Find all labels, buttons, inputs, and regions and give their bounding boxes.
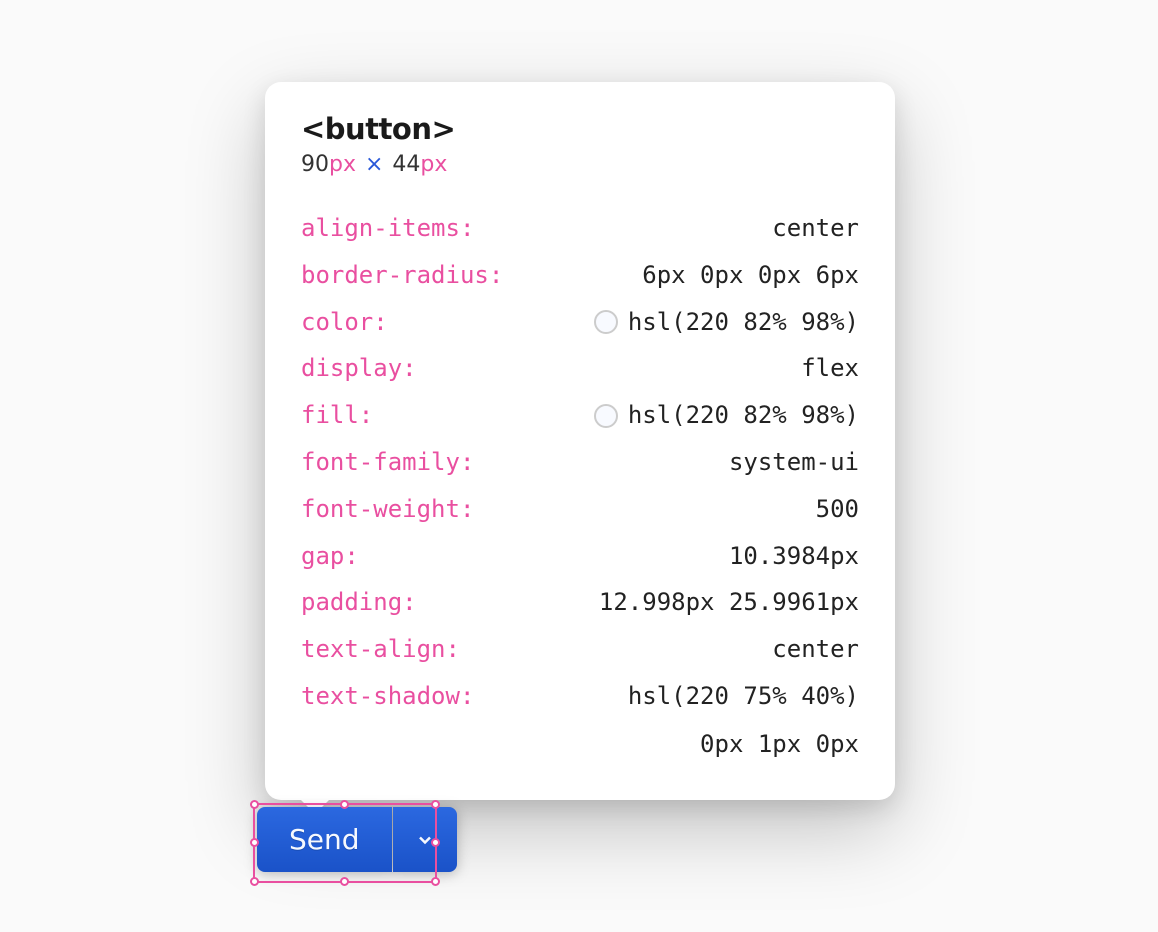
css-properties-list: align-items: center border-radius: 6px 0px …	[301, 205, 859, 764]
chevron-down-icon	[415, 830, 435, 850]
css-property-name: align-items:	[301, 205, 474, 252]
css-property-row: font-weight: 500	[301, 486, 859, 533]
send-button-label: Send	[289, 823, 360, 856]
element-dimensions: 90px × 44px	[301, 152, 859, 177]
color-swatch-icon	[594, 404, 618, 428]
css-property-row: gap: 10.3984px	[301, 533, 859, 580]
css-property-value: center	[772, 626, 859, 673]
selection-handle[interactable]	[340, 877, 349, 886]
selection-handle[interactable]	[431, 877, 440, 886]
css-property-name: border-radius:	[301, 252, 503, 299]
css-property-value: hsl(220 82% 98%)	[594, 392, 859, 439]
css-property-value: system-ui	[729, 439, 859, 486]
css-property-value: flex	[801, 345, 859, 392]
css-property-name: color:	[301, 299, 388, 346]
dimension-height-unit: px	[420, 152, 447, 177]
css-property-row: padding: 12.998px 25.9961px	[301, 579, 859, 626]
css-property-name: display:	[301, 345, 417, 392]
color-swatch-icon	[594, 310, 618, 334]
dimension-width-number: 90	[301, 152, 329, 177]
css-property-value-text: hsl(220 82% 98%)	[628, 299, 859, 346]
css-property-row: text-align: center	[301, 626, 859, 673]
css-property-name: font-family:	[301, 439, 474, 486]
css-property-value-text: system-ui	[729, 439, 859, 486]
css-property-name: text-align:	[301, 626, 460, 673]
send-button[interactable]: Send	[257, 807, 392, 872]
css-property-value: 6px 0px 0px 6px	[642, 252, 859, 299]
css-property-value-line: hsl(220 75% 40%)	[628, 677, 859, 715]
css-property-name: fill:	[301, 392, 373, 439]
css-property-value-text: 6px 0px 0px 6px	[642, 252, 859, 299]
dimension-separator: ×	[365, 152, 383, 177]
css-property-value: hsl(220 82% 98%)	[594, 299, 859, 346]
css-property-name: padding:	[301, 579, 417, 626]
css-property-value-text: 12.998px 25.9961px	[599, 579, 859, 626]
css-property-name: gap:	[301, 533, 359, 580]
inspector-tooltip: <button> 90px × 44px align-items:centerb…	[265, 82, 895, 800]
css-property-value-text: 10.3984px	[729, 533, 859, 580]
element-tag-label: <button>	[301, 112, 859, 146]
css-property-value-text: center	[772, 205, 859, 252]
css-property-row: align-items: center	[301, 205, 859, 252]
css-property-row: text-shadow: hsl(220 75% 40%) 0px 1px 0px	[301, 673, 859, 764]
selection-handle[interactable]	[250, 877, 259, 886]
css-property-name: text-shadow:	[301, 673, 474, 720]
css-property-value: 12.998px 25.9961px	[599, 579, 859, 626]
css-property-value-text: center	[772, 626, 859, 673]
css-property-name: font-weight:	[301, 486, 474, 533]
css-property-value-text: hsl(220 82% 98%)	[628, 392, 859, 439]
dimension-height-number: 44	[392, 152, 420, 177]
css-property-value-line: 0px 1px 0px	[700, 725, 859, 763]
dimension-width-unit: px	[329, 152, 356, 177]
css-property-value: center	[772, 205, 859, 252]
send-dropdown-button[interactable]	[393, 807, 457, 872]
css-property-value: hsl(220 75% 40%) 0px 1px 0px	[628, 673, 859, 764]
css-property-value-text: 500	[816, 486, 859, 533]
css-property-value-text: flex	[801, 345, 859, 392]
css-property-row: fill: hsl(220 82% 98%)	[301, 392, 859, 439]
send-button-group: Send	[257, 807, 457, 872]
css-property-row: font-family: system-ui	[301, 439, 859, 486]
css-property-row: color: hsl(220 82% 98%)	[301, 299, 859, 346]
css-property-row: border-radius: 6px 0px 0px 6px	[301, 252, 859, 299]
css-property-row: display: flex	[301, 345, 859, 392]
css-property-value: 10.3984px	[729, 533, 859, 580]
css-property-value: 500	[816, 486, 859, 533]
